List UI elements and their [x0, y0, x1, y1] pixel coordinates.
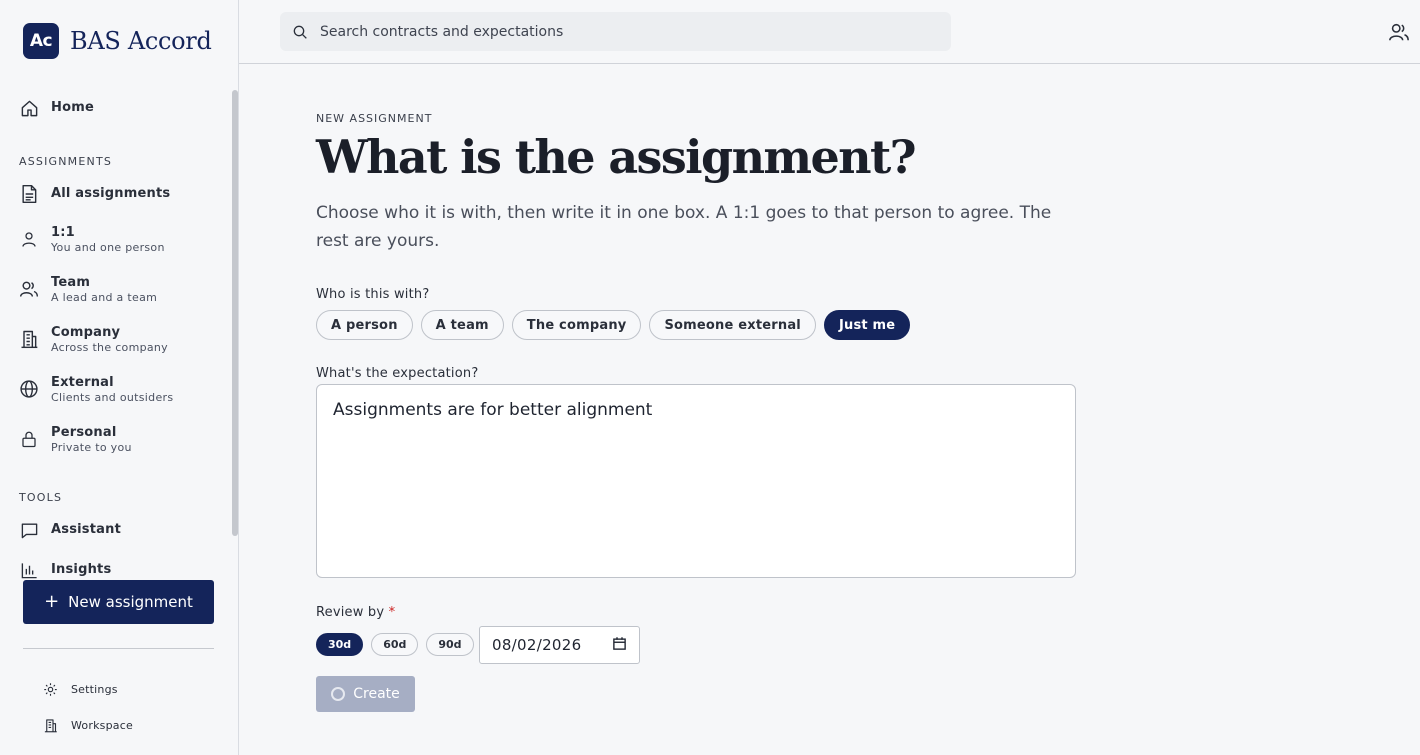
create-label: Create — [353, 686, 400, 702]
sidebar: Ac BAS Accord Home ASSIGNMENTS All assig… — [0, 0, 239, 755]
sidebar-item-label: Settings — [71, 682, 118, 696]
sidebar-item-team[interactable]: Team A lead and a team — [19, 275, 157, 305]
home-icon — [19, 98, 39, 118]
chat-icon — [19, 520, 39, 540]
brand[interactable]: Ac BAS Accord — [23, 23, 212, 59]
sidebar-item-home[interactable]: Home — [19, 98, 94, 118]
review-option-60d[interactable]: 60d — [371, 633, 419, 656]
new-assignment-button[interactable]: + New assignment — [23, 580, 214, 624]
gear-icon — [43, 681, 59, 697]
users-icon[interactable] — [1388, 21, 1410, 43]
sidebar-item-external[interactable]: External Clients and outsiders — [19, 375, 173, 405]
building-icon — [43, 717, 59, 733]
who-option-company[interactable]: The company — [511, 310, 642, 340]
sidebar-item-label: Company — [51, 325, 121, 340]
who-label: Who is this with? — [316, 287, 430, 302]
sidebar-item-one-on-one[interactable]: 1:1 You and one person — [19, 225, 165, 255]
person-icon — [19, 229, 39, 249]
sidebar-item-personal[interactable]: Personal Private to you — [19, 425, 132, 455]
sidebar-item-sub: A lead and a team — [51, 291, 158, 304]
calendar-icon[interactable] — [612, 636, 627, 655]
sidebar-item-workspace[interactable]: Workspace — [43, 717, 133, 733]
topbar — [239, 0, 1420, 64]
sidebar-divider — [23, 648, 214, 649]
sidebar-item-sub: Clients and outsiders — [51, 391, 174, 404]
page-title: What is the assignment? — [316, 130, 917, 184]
sidebar-item-label: Insights — [51, 562, 112, 577]
sidebar-item-label: Workspace — [71, 718, 133, 732]
sidebar-item-settings[interactable]: Settings — [43, 681, 118, 697]
sidebar-scrollbar[interactable] — [232, 90, 238, 536]
expectation-label: What's the expectation? — [316, 366, 479, 381]
page-eyebrow: NEW ASSIGNMENT — [316, 112, 433, 125]
search-input[interactable] — [320, 23, 920, 40]
review-date-input[interactable]: 08/02/2026 — [479, 626, 640, 664]
review-date-value: 08/02/2026 — [492, 636, 582, 654]
new-assignment-label: New assignment — [68, 593, 193, 611]
review-option-30d[interactable]: 30d — [316, 633, 364, 656]
chart-icon — [19, 560, 39, 580]
who-option-person[interactable]: A person — [316, 310, 413, 340]
sidebar-item-label: Personal — [51, 425, 117, 440]
sidebar-item-label: 1:1 — [51, 225, 75, 240]
expectation-textarea[interactable]: Assignments are for better alignment — [316, 384, 1076, 578]
section-title-assignments: ASSIGNMENTS — [19, 155, 113, 168]
sidebar-item-sub: Private to you — [51, 441, 132, 454]
plus-icon: + — [44, 591, 60, 612]
who-option-just-me[interactable]: Just me — [823, 310, 911, 340]
brand-logo: Ac — [23, 23, 59, 59]
who-option-external[interactable]: Someone external — [649, 310, 816, 340]
sidebar-item-assistant[interactable]: Assistant — [19, 520, 121, 540]
sidebar-item-sub: Across the company — [51, 341, 168, 354]
who-option-team[interactable]: A team — [420, 310, 504, 340]
lock-icon — [19, 429, 39, 449]
review-presets: 30d 60d 90d — [316, 633, 482, 656]
sidebar-item-label: External — [51, 375, 114, 390]
document-icon — [19, 184, 39, 204]
team-icon — [19, 279, 39, 299]
who-options: A person A team The company Someone exte… — [316, 310, 918, 340]
review-label-text: Review by — [316, 605, 385, 620]
sidebar-item-label: All assignments — [51, 186, 171, 201]
create-button[interactable]: Create — [316, 676, 415, 712]
sidebar-item-label: Team — [51, 275, 91, 290]
review-label: Review by * — [316, 605, 395, 620]
required-marker: * — [388, 605, 396, 620]
globe-icon — [19, 379, 39, 399]
sidebar-item-all-assignments[interactable]: All assignments — [19, 184, 170, 204]
building-icon — [19, 329, 39, 349]
sidebar-item-insights[interactable]: Insights — [19, 560, 111, 580]
sidebar-item-sub: You and one person — [51, 241, 165, 254]
brand-name: BAS Accord — [70, 27, 212, 55]
sidebar-item-company[interactable]: Company Across the company — [19, 325, 168, 355]
spinner-icon — [331, 687, 346, 701]
search-bar[interactable] — [280, 12, 951, 51]
search-icon — [292, 24, 308, 40]
sidebar-item-label: Home — [51, 100, 94, 115]
page-intro: Choose who it is with, then write it in … — [316, 203, 1052, 251]
review-option-90d[interactable]: 90d — [426, 633, 474, 656]
section-title-tools: TOOLS — [19, 491, 63, 504]
sidebar-item-label: Assistant — [51, 522, 121, 537]
